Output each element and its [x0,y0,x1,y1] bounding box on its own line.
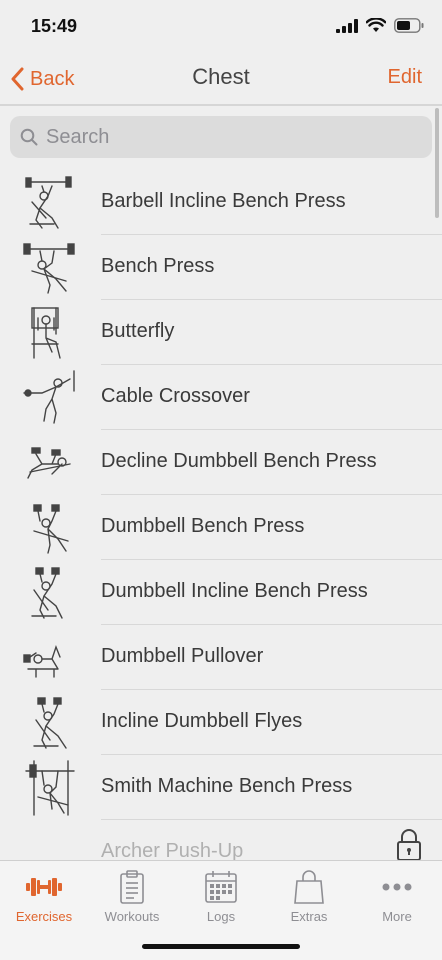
exercise-label: Bench Press [101,255,215,277]
search-field[interactable] [10,116,432,158]
page-title: Chest [192,64,250,89]
exercise-label: Dumbbell Incline Bench Press [101,580,368,602]
battery-icon [394,18,424,33]
search-input[interactable] [46,125,406,149]
tab-workouts[interactable]: Workouts [88,869,176,931]
dumbbell-bench-figure-icon [33,504,69,554]
edit-button[interactable]: Edit [388,66,422,89]
search-container [0,106,442,168]
exercise-row[interactable]: Barbell Incline Bench Press [0,170,442,235]
navigation-bar: Back Chest Edit [0,54,442,104]
tab-label: Extras [290,909,328,924]
exercise-row[interactable]: Dumbbell Incline Bench Press [0,560,442,625]
cable-crossover-figure-icon [23,370,75,424]
barbell-incline-figure-icon [25,176,72,229]
decline-dumbbell-figure-icon [27,447,71,479]
home-indicator[interactable] [142,944,300,949]
butterfly-machine-figure-icon [31,307,61,359]
dumbbell-icon [26,878,62,896]
exercise-row[interactable]: Bench Press [0,235,442,300]
exercise-label: Butterfly [101,320,175,342]
tab-extras[interactable]: Extras [265,869,353,931]
wifi-icon [366,18,386,32]
exercise-list: Barbell Incline Bench Press Bench Press … [0,170,442,885]
tab-more[interactable]: More [353,869,441,931]
status-bar: 15:49 [0,0,442,54]
shopping-bag-icon [294,870,324,904]
more-dots-icon [382,883,412,891]
exercise-row[interactable]: Dumbbell Bench Press [0,495,442,560]
signal-icon [336,18,358,33]
tab-label: Workouts [104,909,160,924]
status-time: 15:49 [31,16,78,36]
exercise-label: Dumbbell Bench Press [101,515,305,537]
tab-label: More [382,909,412,924]
dumbbell-incline-figure-icon [31,567,63,619]
calendar-icon [205,871,237,903]
exercise-label: Cable Crossover [101,385,250,407]
exercise-row[interactable]: Dumbbell Pullover [0,625,442,690]
clipboard-icon [120,870,144,904]
exercise-row[interactable]: Decline Dumbbell Bench Press [0,430,442,495]
exercise-label: Barbell Incline Bench Press [101,190,346,212]
smith-machine-figure-icon [25,760,75,816]
search-icon [20,128,38,146]
dumbbell-pullover-figure-icon [23,644,61,678]
exercise-label: Dumbbell Pullover [101,645,264,667]
tab-label: Exercises [15,909,73,924]
tab-logs[interactable]: Logs [177,869,265,931]
tab-label: Logs [206,909,236,924]
exercise-row[interactable]: Butterfly [0,300,442,365]
status-icons [336,18,424,33]
exercise-row[interactable]: Smith Machine Bench Press [0,755,442,820]
exercise-label: Smith Machine Bench Press [101,775,353,797]
exercise-row[interactable]: Cable Crossover [0,365,442,430]
barbell-bench-figure-icon [23,243,75,294]
exercise-label: Decline Dumbbell Bench Press [101,450,377,472]
tab-exercises[interactable]: Exercises [0,869,88,931]
exercise-label: Incline Dumbbell Flyes [101,710,303,732]
incline-flyes-figure-icon [33,697,67,749]
lock-icon [397,829,421,861]
exercise-row[interactable]: Incline Dumbbell Flyes [0,690,442,755]
